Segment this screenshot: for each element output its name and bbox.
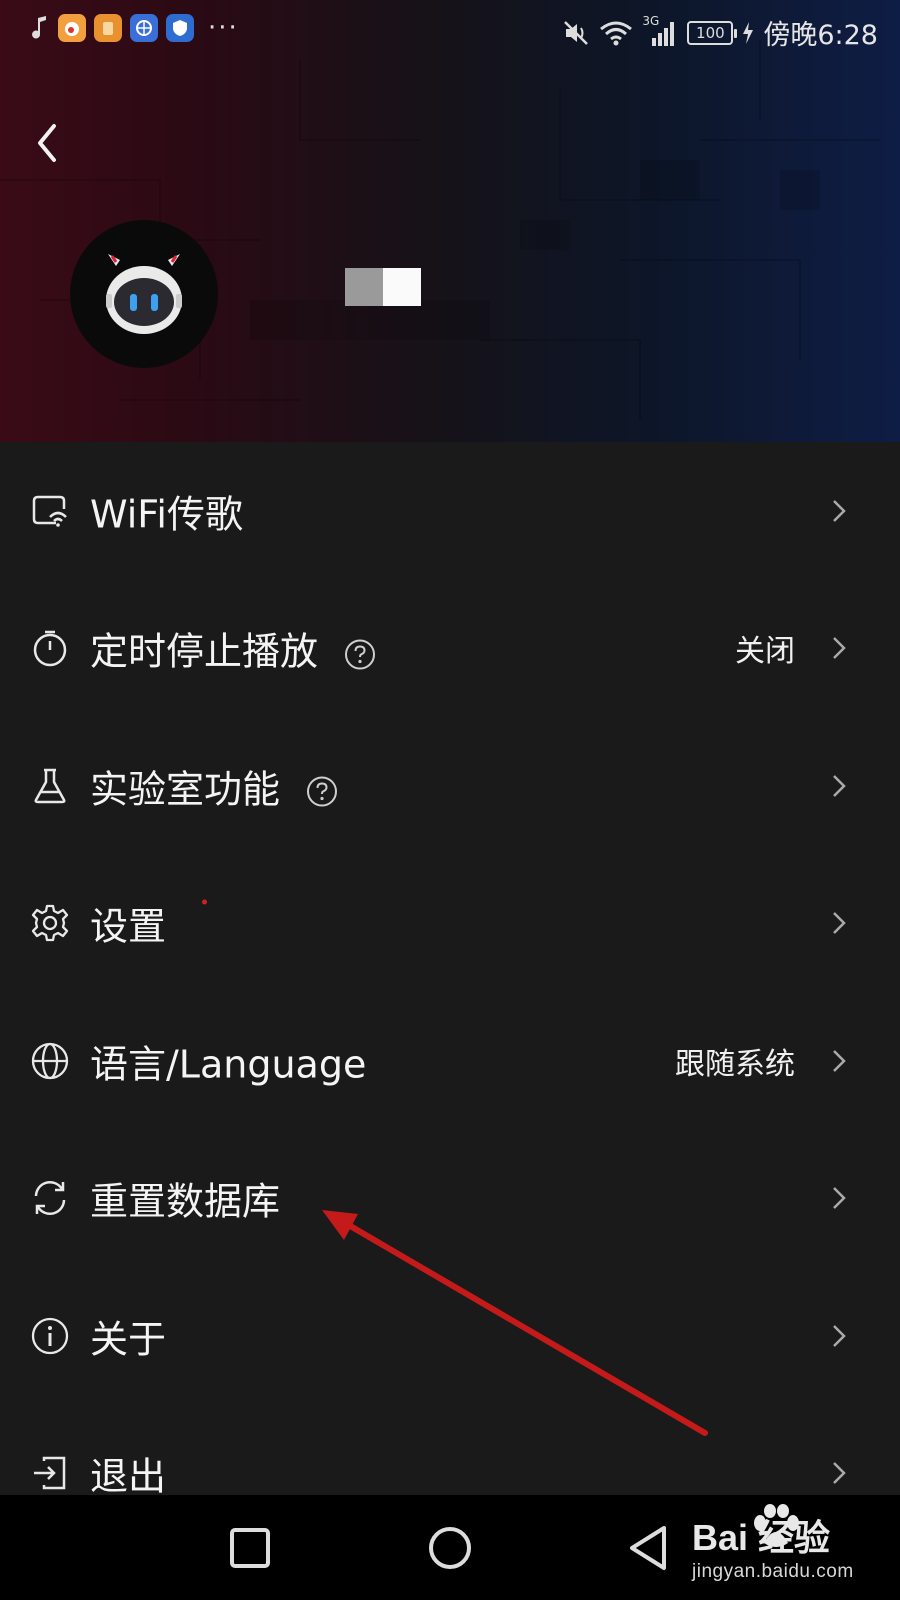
menu-label: 重置数据库 xyxy=(90,1179,281,1224)
refresh-icon xyxy=(34,1181,66,1216)
home-button[interactable] xyxy=(422,1520,478,1576)
avatar[interactable] xyxy=(70,220,218,368)
settings-menu: WiFi传歌 定时停止播放 关闭 实验室功能 设置 语言/Language 跟随… xyxy=(0,442,900,1542)
back-arrow-icon[interactable] xyxy=(28,118,68,168)
menu-label: 退出 xyxy=(90,1454,167,1499)
username-redacted xyxy=(345,268,421,306)
menu-item-settings[interactable]: 设置 xyxy=(0,855,900,993)
watermark-url: jingyan.baidu.com xyxy=(692,1561,854,1582)
menu-item-lab-features[interactable]: 实验室功能 xyxy=(0,717,900,855)
menu-label: 实验室功能 xyxy=(90,758,338,813)
taobao-app-icon xyxy=(94,14,122,42)
info-icon xyxy=(31,1317,69,1354)
menu-item-language[interactable]: 语言/Language 跟随系统 xyxy=(0,992,900,1130)
notification-dot xyxy=(202,899,208,905)
chevron-right-icon xyxy=(833,1049,846,1072)
menu-label: 语言/Language xyxy=(90,1042,367,1087)
security-app-icon xyxy=(166,14,194,42)
chevron-right-icon xyxy=(833,1324,846,1347)
wifi-transfer-icon xyxy=(32,495,67,527)
menu-value: 关闭 xyxy=(735,634,795,670)
status-bar: ··· 3G 100 傍晚6:28 xyxy=(0,0,900,62)
profile-header: ··· 3G 100 傍晚6:28 xyxy=(0,0,900,442)
chevron-right-icon xyxy=(833,499,846,522)
menu-label: 关于 xyxy=(90,1317,167,1362)
chevron-right-icon xyxy=(833,637,846,660)
menu-item-wifi-transfer[interactable]: WiFi传歌 xyxy=(0,442,900,580)
chevron-right-icon xyxy=(833,774,846,797)
chevron-right-icon xyxy=(833,1462,846,1485)
back-button[interactable] xyxy=(622,1520,678,1576)
gear-icon xyxy=(31,905,69,942)
menu-item-sleep-timer[interactable]: 定时停止播放 关闭 xyxy=(0,580,900,718)
browser-app-icon xyxy=(130,14,158,42)
more-notifications-icon: ··· xyxy=(208,13,239,43)
help-question-icon[interactable] xyxy=(306,776,338,808)
menu-item-reset-database[interactable]: 重置数据库 xyxy=(0,1130,900,1268)
status-time: 傍晚6:28 xyxy=(763,20,878,51)
menu-value: 跟随系统 xyxy=(675,1046,795,1082)
robot-avatar-icon xyxy=(106,254,182,334)
wifi-icon xyxy=(600,21,633,45)
menu-label: 设置 xyxy=(90,896,208,951)
menu-label: 定时停止播放 xyxy=(90,621,376,676)
globe-icon xyxy=(31,1042,69,1079)
charging-icon xyxy=(743,21,754,44)
flask-icon xyxy=(34,768,66,803)
music-note-icon xyxy=(32,16,46,39)
help-question-icon[interactable] xyxy=(344,638,376,670)
baidu-jingyan-watermark: Bai 经验 jingyan.baidu.com xyxy=(692,1503,872,1595)
timer-icon xyxy=(33,631,67,667)
logout-icon xyxy=(34,1457,66,1490)
recent-apps-button[interactable] xyxy=(222,1520,278,1576)
chevron-right-icon xyxy=(833,1187,846,1210)
signal-icon: 3G xyxy=(642,14,678,48)
watermark-brand: Bai 经验 xyxy=(692,1517,831,1558)
weibo-app-icon xyxy=(58,14,86,42)
menu-item-about[interactable]: 关于 xyxy=(0,1267,900,1405)
chevron-right-icon xyxy=(833,912,846,935)
menu-label: WiFi传歌 xyxy=(90,492,243,537)
system-navigation-bar: Bai 经验 jingyan.baidu.com xyxy=(0,1495,900,1600)
mute-icon xyxy=(564,20,589,45)
battery-indicator: 100 xyxy=(687,20,738,45)
